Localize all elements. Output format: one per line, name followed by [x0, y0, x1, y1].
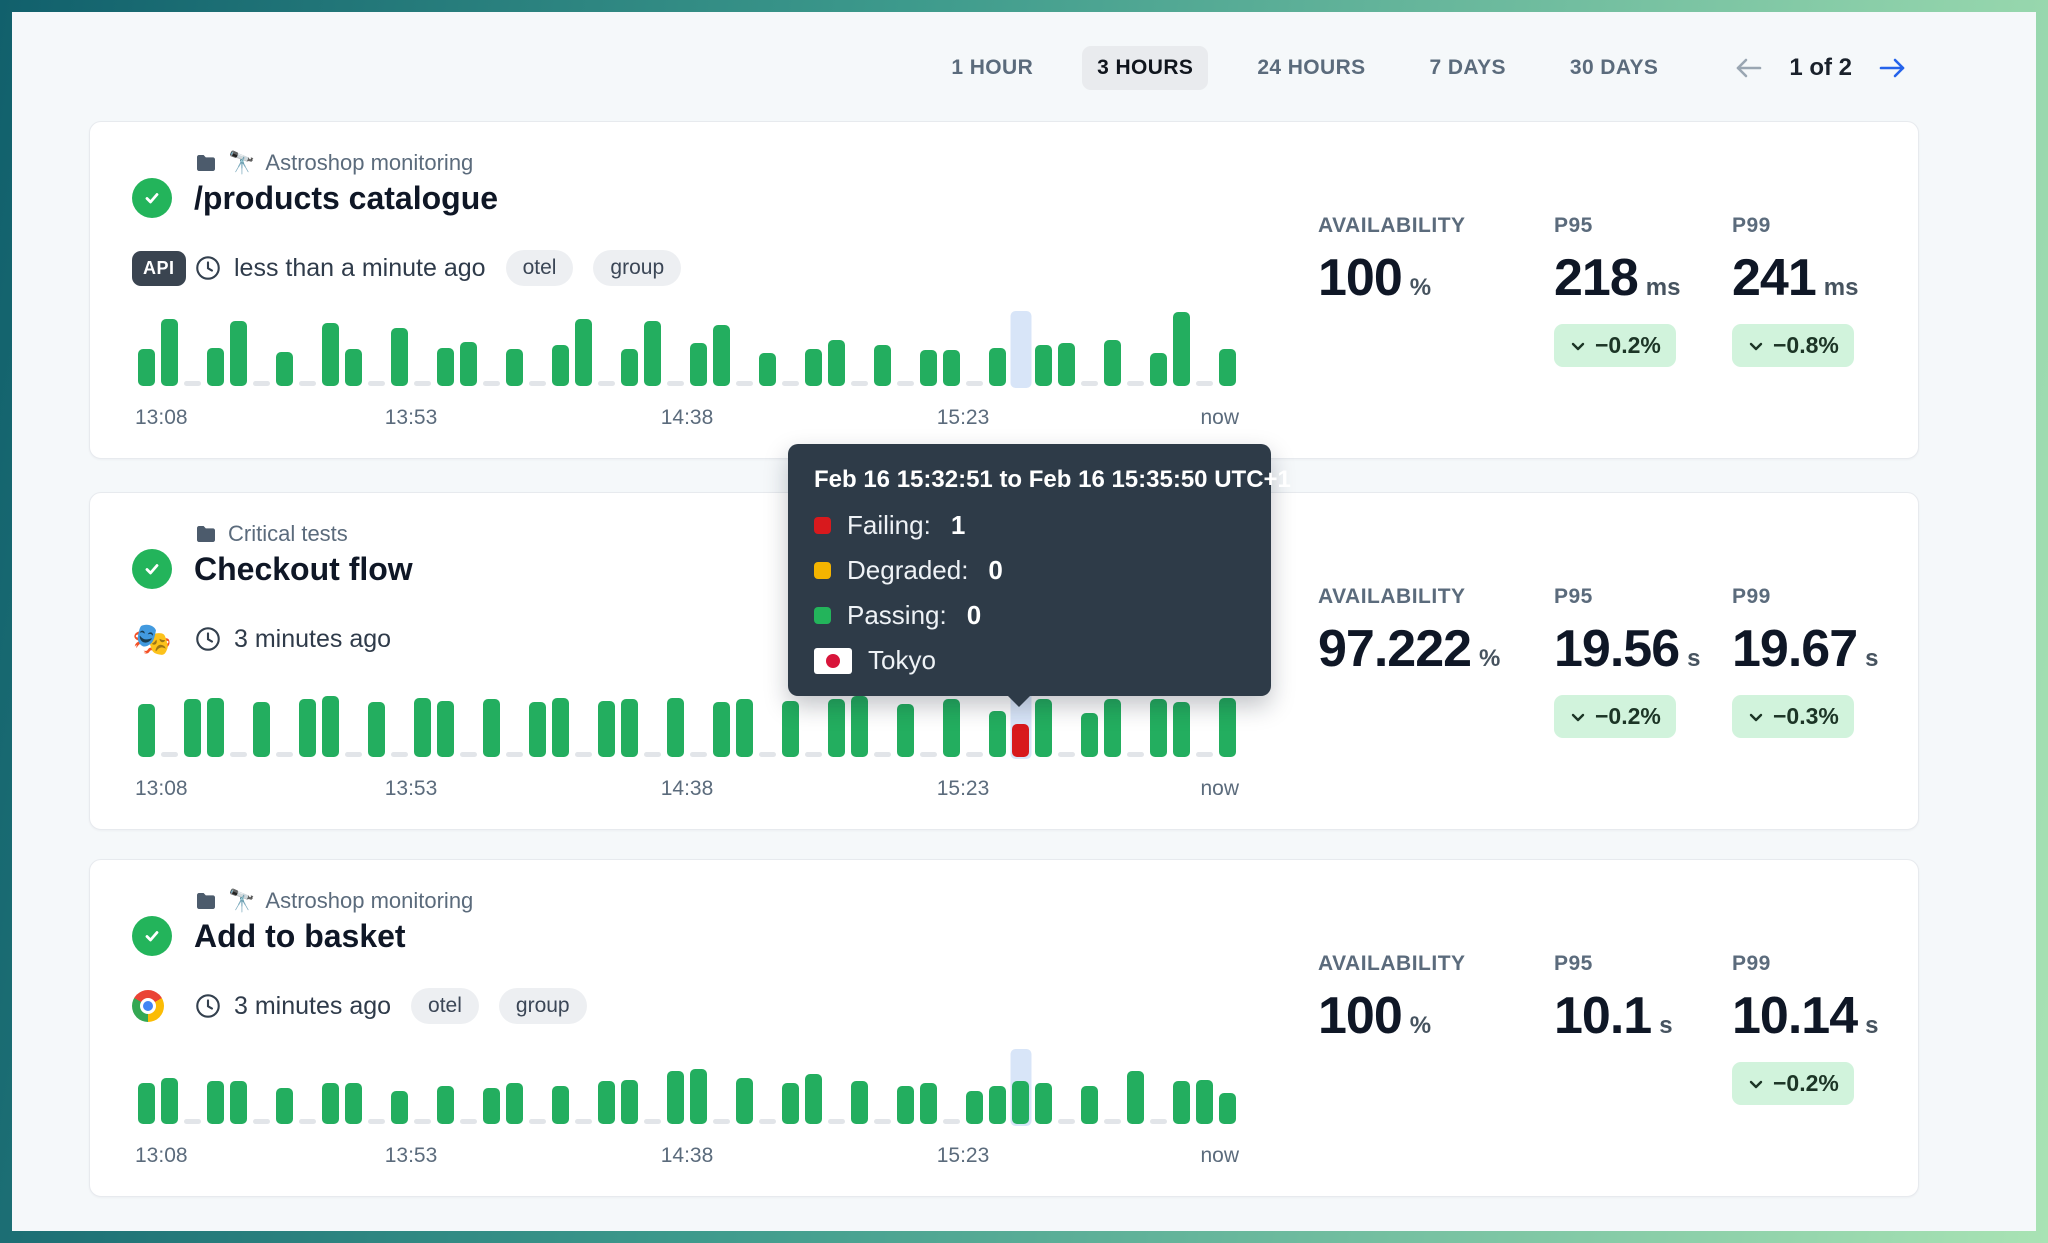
tooltip-row-failing: Failing: 1 — [814, 510, 1245, 541]
p99-stat: P99 19.67s −0.3% — [1732, 585, 1879, 738]
group-breadcrumb[interactable]: 🔭 Astroshop monitoring — [194, 888, 473, 914]
dashboard-page: 1 HOUR 3 HOURS 24 HOURS 7 DAYS 30 DAYS 1… — [12, 12, 2036, 1231]
check-card-add-to-basket[interactable]: 🔭 Astroshop monitoring Add to basket 3 m… — [89, 859, 1919, 1197]
p99-delta-badge: −0.2% — [1732, 1062, 1854, 1105]
p95-stat: P95 10.1s — [1554, 952, 1673, 1046]
tag-otel[interactable]: otel — [411, 988, 479, 1024]
failing-swatch-icon — [814, 517, 831, 534]
folder-icon — [194, 151, 218, 175]
group-name: Critical tests — [228, 521, 348, 547]
tab-3-hours[interactable]: 3 HOURS — [1082, 46, 1208, 90]
telescope-emoji-icon: 🔭 — [228, 150, 255, 176]
tab-7-days[interactable]: 7 DAYS — [1415, 46, 1521, 90]
check-meta-row: 🎭 3 minutes ago — [132, 617, 391, 661]
time-axis: 13:0813:5314:3815:23now — [135, 1144, 1239, 1170]
chevron-down-icon — [1747, 1075, 1765, 1093]
p95-delta-badge: −0.2% — [1554, 324, 1676, 367]
arrow-left-icon[interactable] — [1733, 56, 1763, 80]
group-name: Astroshop monitoring — [265, 150, 473, 176]
passing-swatch-icon — [814, 607, 831, 624]
p99-delta-badge: −0.8% — [1732, 324, 1854, 367]
tag-group[interactable]: group — [499, 988, 587, 1024]
tab-24-hours[interactable]: 24 HOURS — [1242, 46, 1380, 90]
clock-icon — [194, 992, 222, 1020]
clock-icon — [194, 625, 222, 653]
time-axis: 13:0813:5314:3815:23now — [135, 777, 1239, 803]
japan-flag-icon — [814, 648, 852, 674]
check-meta-row: 3 minutes ago otel group — [132, 984, 587, 1028]
gradient-frame: 1 HOUR 3 HOURS 24 HOURS 7 DAYS 30 DAYS 1… — [0, 0, 2048, 1243]
passing-status-icon — [132, 178, 172, 218]
group-breadcrumb[interactable]: 🔭 Astroshop monitoring — [194, 150, 473, 176]
arrow-right-icon[interactable] — [1878, 56, 1908, 80]
group-breadcrumb[interactable]: Critical tests — [194, 521, 348, 547]
folder-icon — [194, 889, 218, 913]
last-run-time: 3 minutes ago — [234, 992, 391, 1021]
tooltip-row-degraded: Degraded: 0 — [814, 555, 1245, 586]
check-card-products-catalogue[interactable]: 🔭 Astroshop monitoring /products catalog… — [89, 121, 1919, 459]
p99-stat: P99 10.14s −0.2% — [1732, 952, 1879, 1105]
status-bar-chart[interactable] — [135, 312, 1239, 386]
p99-delta-badge: −0.3% — [1732, 695, 1854, 738]
chrome-browser-icon — [132, 990, 164, 1022]
tooltip-row-location: Tokyo — [814, 645, 1245, 676]
availability-stat: AVAILABILITY 97.222% — [1318, 585, 1500, 679]
tooltip-row-passing: Passing: 0 — [814, 600, 1245, 631]
p99-stat: P99 241ms −0.8% — [1732, 214, 1858, 367]
folder-icon — [194, 522, 218, 546]
chevron-down-icon — [1747, 337, 1765, 355]
passing-status-icon — [132, 916, 172, 956]
tag-group[interactable]: group — [593, 250, 681, 286]
p95-stat: P95 218ms −0.2% — [1554, 214, 1680, 367]
clock-icon — [194, 254, 222, 282]
last-run-time: 3 minutes ago — [234, 625, 391, 654]
chevron-down-icon — [1569, 337, 1587, 355]
last-run-time: less than a minute ago — [234, 254, 486, 283]
telescope-emoji-icon: 🔭 — [228, 888, 255, 914]
group-name: Astroshop monitoring — [265, 888, 473, 914]
p95-delta-badge: −0.2% — [1554, 695, 1676, 738]
tab-1-hour[interactable]: 1 HOUR — [936, 46, 1048, 90]
passing-status-icon — [132, 549, 172, 589]
chevron-down-icon — [1747, 708, 1765, 726]
playwright-masks-icon: 🎭 — [132, 623, 172, 655]
tab-30-days[interactable]: 30 DAYS — [1555, 46, 1673, 90]
chart-hover-tooltip: Feb 16 15:32:51 to Feb 16 15:35:50 UTC+1… — [788, 444, 1271, 696]
time-range-toolbar: 1 HOUR 3 HOURS 24 HOURS 7 DAYS 30 DAYS 1… — [936, 46, 1908, 90]
tag-otel[interactable]: otel — [506, 250, 574, 286]
p95-stat: P95 19.56s −0.2% — [1554, 585, 1701, 738]
check-title[interactable]: /products catalogue — [194, 178, 498, 218]
check-meta-row: API less than a minute ago otel group — [132, 246, 681, 290]
degraded-swatch-icon — [814, 562, 831, 579]
api-check-badge: API — [132, 251, 186, 286]
check-title[interactable]: Add to basket — [194, 916, 406, 956]
status-bar-chart[interactable] — [135, 1050, 1239, 1124]
availability-stat: AVAILABILITY 100% — [1318, 952, 1466, 1046]
availability-stat: AVAILABILITY 100% — [1318, 214, 1466, 308]
tooltip-time-range: Feb 16 15:32:51 to Feb 16 15:35:50 UTC+1 — [814, 466, 1245, 494]
check-title[interactable]: Checkout flow — [194, 549, 413, 589]
page-indicator: 1 of 2 — [1789, 54, 1852, 82]
time-axis: 13:0813:5314:3815:23now — [135, 406, 1239, 432]
chevron-down-icon — [1569, 708, 1587, 726]
pagination: 1 of 2 — [1733, 54, 1908, 82]
